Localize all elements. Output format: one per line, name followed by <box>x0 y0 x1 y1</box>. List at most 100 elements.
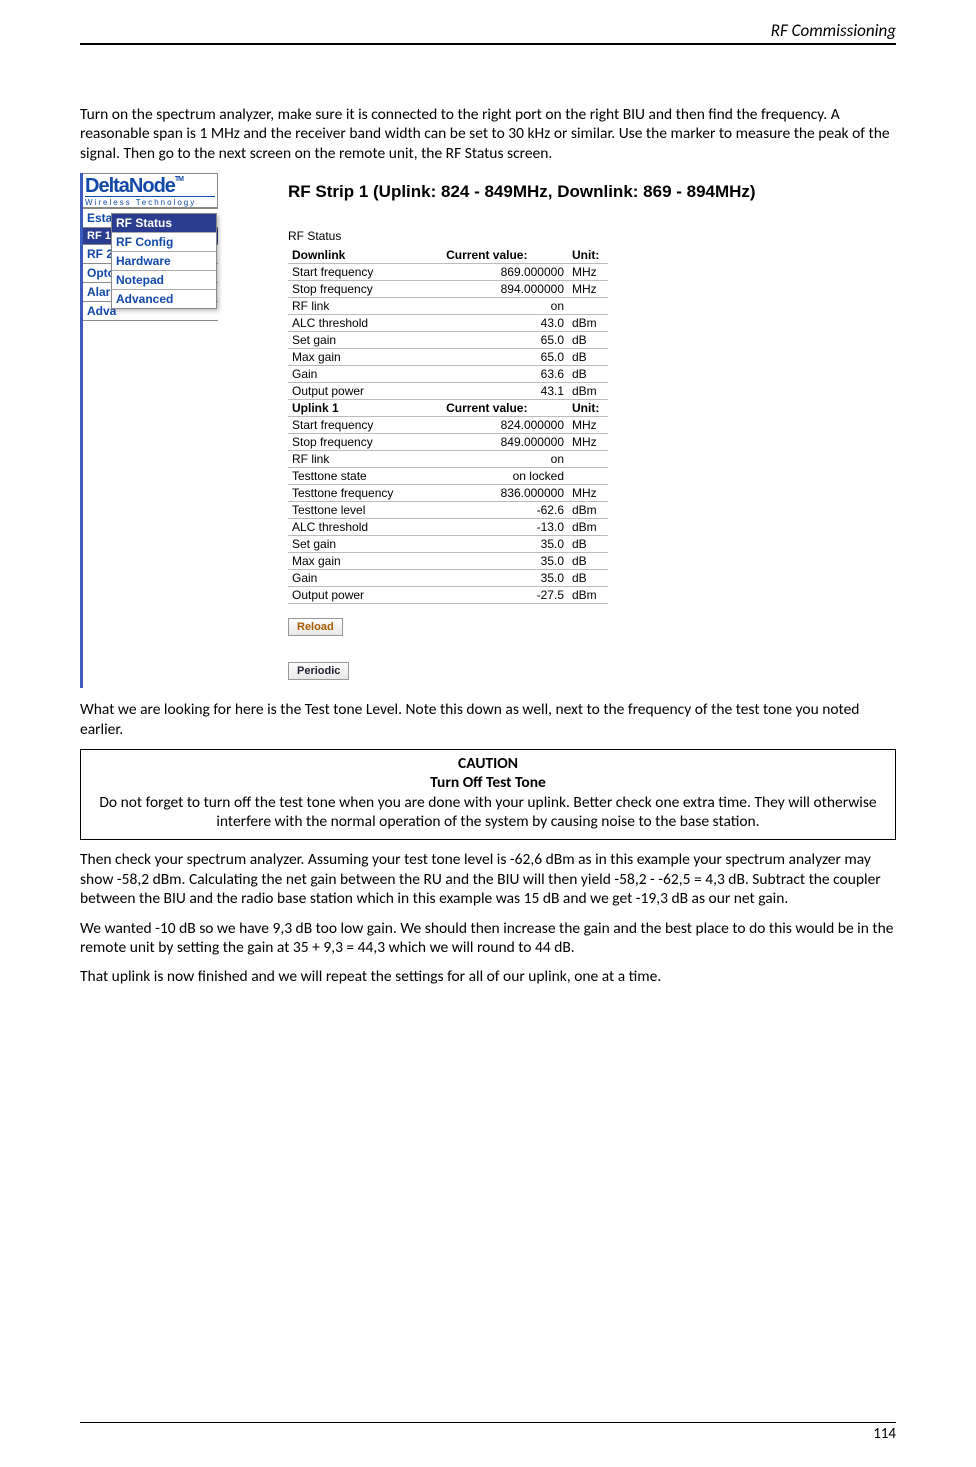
table-row: Stop frequency849.000000MHz <box>288 434 608 451</box>
row-unit: dB <box>568 570 608 587</box>
col-header: Unit: <box>568 247 608 264</box>
subnav-item[interactable]: RF Config <box>112 233 216 252</box>
caution-body: Do not forget to turn off the test tone … <box>91 793 885 832</box>
row-unit: MHz <box>568 434 608 451</box>
table-row: Set gain65.0dB <box>288 332 608 349</box>
page-number: 114 <box>80 1422 896 1443</box>
row-label: ALC threshold <box>288 315 442 332</box>
table-row: Max gain65.0dB <box>288 349 608 366</box>
paragraph-4: We wanted -10 dB so we have 9,3 dB too l… <box>80 919 896 958</box>
subnav-item[interactable]: RF Status <box>112 214 216 233</box>
table-row: Max gain35.0dB <box>288 553 608 570</box>
rf-status-table: DownlinkCurrent value:Unit:Start frequen… <box>288 247 608 604</box>
sidebar: DeltaNodeTM Wireless Technology Estacion… <box>83 173 218 309</box>
row-unit: dB <box>568 366 608 383</box>
row-value: 869.000000 <box>442 264 568 281</box>
paragraph-5: That uplink is now finished and we will … <box>80 967 896 986</box>
row-value: -27.5 <box>442 587 568 604</box>
periodic-button[interactable]: Periodic <box>288 662 349 680</box>
row-value: -62.6 <box>442 502 568 519</box>
logo-name: DeltaNode <box>85 175 175 197</box>
row-unit: MHz <box>568 281 608 298</box>
subnav-item[interactable]: Advanced <box>112 290 216 308</box>
row-value: 824.000000 <box>442 417 568 434</box>
table-row: RF linkon <box>288 451 608 468</box>
rf-status-screenshot: DeltaNodeTM Wireless Technology Estacion… <box>80 173 896 688</box>
row-unit: MHz <box>568 417 608 434</box>
col-header: Current value: <box>442 400 568 417</box>
row-value: 63.6 <box>442 366 568 383</box>
row-unit: MHz <box>568 264 608 281</box>
reload-button[interactable]: Reload <box>288 618 343 636</box>
col-header: Downlink <box>288 247 442 264</box>
rf-status-heading: RF Status <box>288 229 886 243</box>
deltanode-logo: DeltaNodeTM Wireless Technology <box>83 173 218 208</box>
row-value: 43.0 <box>442 315 568 332</box>
row-unit: dB <box>568 332 608 349</box>
table-row: Set gain35.0dB <box>288 536 608 553</box>
col-header: Unit: <box>568 400 608 417</box>
row-value: 35.0 <box>442 536 568 553</box>
table-row: Output power-27.5dBm <box>288 587 608 604</box>
row-value: 35.0 <box>442 553 568 570</box>
row-unit: dB <box>568 349 608 366</box>
page-header: RF Commissioning <box>80 20 896 45</box>
row-label: Set gain <box>288 536 442 553</box>
row-label: Stop frequency <box>288 434 442 451</box>
row-value: 849.000000 <box>442 434 568 451</box>
col-header: Current value: <box>442 247 568 264</box>
row-label: Gain <box>288 366 442 383</box>
row-value: on <box>442 298 568 315</box>
paragraph-2: What we are looking for here is the Test… <box>80 700 896 739</box>
row-label: Testtone level <box>288 502 442 519</box>
subnav-item[interactable]: Notepad <box>112 271 216 290</box>
row-value: 894.000000 <box>442 281 568 298</box>
row-label: Max gain <box>288 553 442 570</box>
section-title: RF Commissioning <box>771 20 896 41</box>
row-value: on <box>442 451 568 468</box>
caution-subtitle: Turn Off Test Tone <box>91 773 885 792</box>
row-label: Stop frequency <box>288 281 442 298</box>
table-row: Testtone stateon locked <box>288 468 608 485</box>
row-label: Set gain <box>288 332 442 349</box>
row-value: 35.0 <box>442 570 568 587</box>
paragraph-3: Then check your spectrum analyzer. Assum… <box>80 850 896 908</box>
caution-box: CAUTION Turn Off Test Tone Do not forget… <box>80 749 896 841</box>
row-unit: dBm <box>568 587 608 604</box>
row-label: RF link <box>288 298 442 315</box>
rf-strip-title: RF Strip 1 (Uplink: 824 - 849MHz, Downli… <box>288 181 886 203</box>
row-unit <box>568 451 608 468</box>
row-label: Testtone frequency <box>288 485 442 502</box>
subnav-item[interactable]: Hardware <box>112 252 216 271</box>
table-row: RF linkon <box>288 298 608 315</box>
table-row: Start frequency824.000000MHz <box>288 417 608 434</box>
row-unit: dB <box>568 553 608 570</box>
row-value: 65.0 <box>442 349 568 366</box>
row-label: Gain <box>288 570 442 587</box>
row-unit: MHz <box>568 485 608 502</box>
main-panel: RF Strip 1 (Uplink: 824 - 849MHz, Downli… <box>218 173 896 688</box>
row-value: on locked <box>442 468 568 485</box>
table-row: Stop frequency894.000000MHz <box>288 281 608 298</box>
row-label: Max gain <box>288 349 442 366</box>
row-label: ALC threshold <box>288 519 442 536</box>
paragraph-1: Turn on the spectrum analyzer, make sure… <box>80 105 896 163</box>
row-value: 43.1 <box>442 383 568 400</box>
table-row: Gain63.6dB <box>288 366 608 383</box>
row-unit <box>568 468 608 485</box>
table-row: Testtone frequency836.000000MHz <box>288 485 608 502</box>
col-header: Uplink 1 <box>288 400 442 417</box>
table-row: Gain35.0dB <box>288 570 608 587</box>
logo-tm: TM <box>175 176 183 183</box>
table-row: Testtone level-62.6dBm <box>288 502 608 519</box>
caution-title: CAUTION <box>91 754 885 773</box>
row-unit <box>568 298 608 315</box>
row-label: Testtone state <box>288 468 442 485</box>
table-row: Output power43.1dBm <box>288 383 608 400</box>
logo-tagline: Wireless Technology <box>85 197 215 207</box>
table-row: ALC threshold43.0dBm <box>288 315 608 332</box>
row-label: RF link <box>288 451 442 468</box>
row-unit: dBm <box>568 383 608 400</box>
row-label: Start frequency <box>288 417 442 434</box>
row-unit: dBm <box>568 519 608 536</box>
